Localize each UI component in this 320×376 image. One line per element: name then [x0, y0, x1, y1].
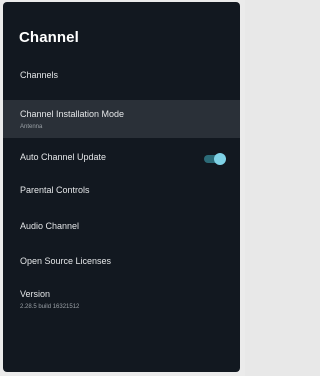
menu-item-value: Antenna [20, 124, 43, 130]
menu-item-label: Parental Controls [20, 185, 90, 195]
menu-item-label: Channels [20, 70, 59, 80]
menu-item-label: Version [20, 289, 51, 299]
settings-panel: Channel Channels Channel Installation Mo… [3, 2, 240, 372]
toggle-knob [214, 153, 226, 165]
menu-item-audio-channel[interactable]: Audio Channel [3, 221, 240, 235]
menu-item-channels[interactable]: Channels [3, 70, 240, 84]
panel-title: Channel [19, 29, 79, 46]
menu-item-version[interactable]: Version 2.28.5 build 16321512 [3, 289, 240, 315]
menu-item-channel-installation-mode[interactable]: Channel Installation Mode Antenna [3, 100, 240, 138]
menu-item-label: Channel Installation Mode [20, 109, 125, 119]
auto-channel-update-toggle[interactable] [204, 153, 226, 165]
menu-item-open-source-licenses[interactable]: Open Source Licenses [3, 256, 240, 270]
menu-item-auto-channel-update[interactable]: Auto Channel Update [3, 152, 240, 166]
screen-frame: Channel Channels Channel Installation Mo… [0, 0, 245, 376]
menu-item-label: Open Source Licenses [20, 256, 112, 266]
menu-item-parental-controls[interactable]: Parental Controls [3, 185, 240, 199]
menu-item-value: 2.28.5 build 16321512 [20, 304, 80, 310]
menu-item-label: Audio Channel [20, 221, 80, 231]
